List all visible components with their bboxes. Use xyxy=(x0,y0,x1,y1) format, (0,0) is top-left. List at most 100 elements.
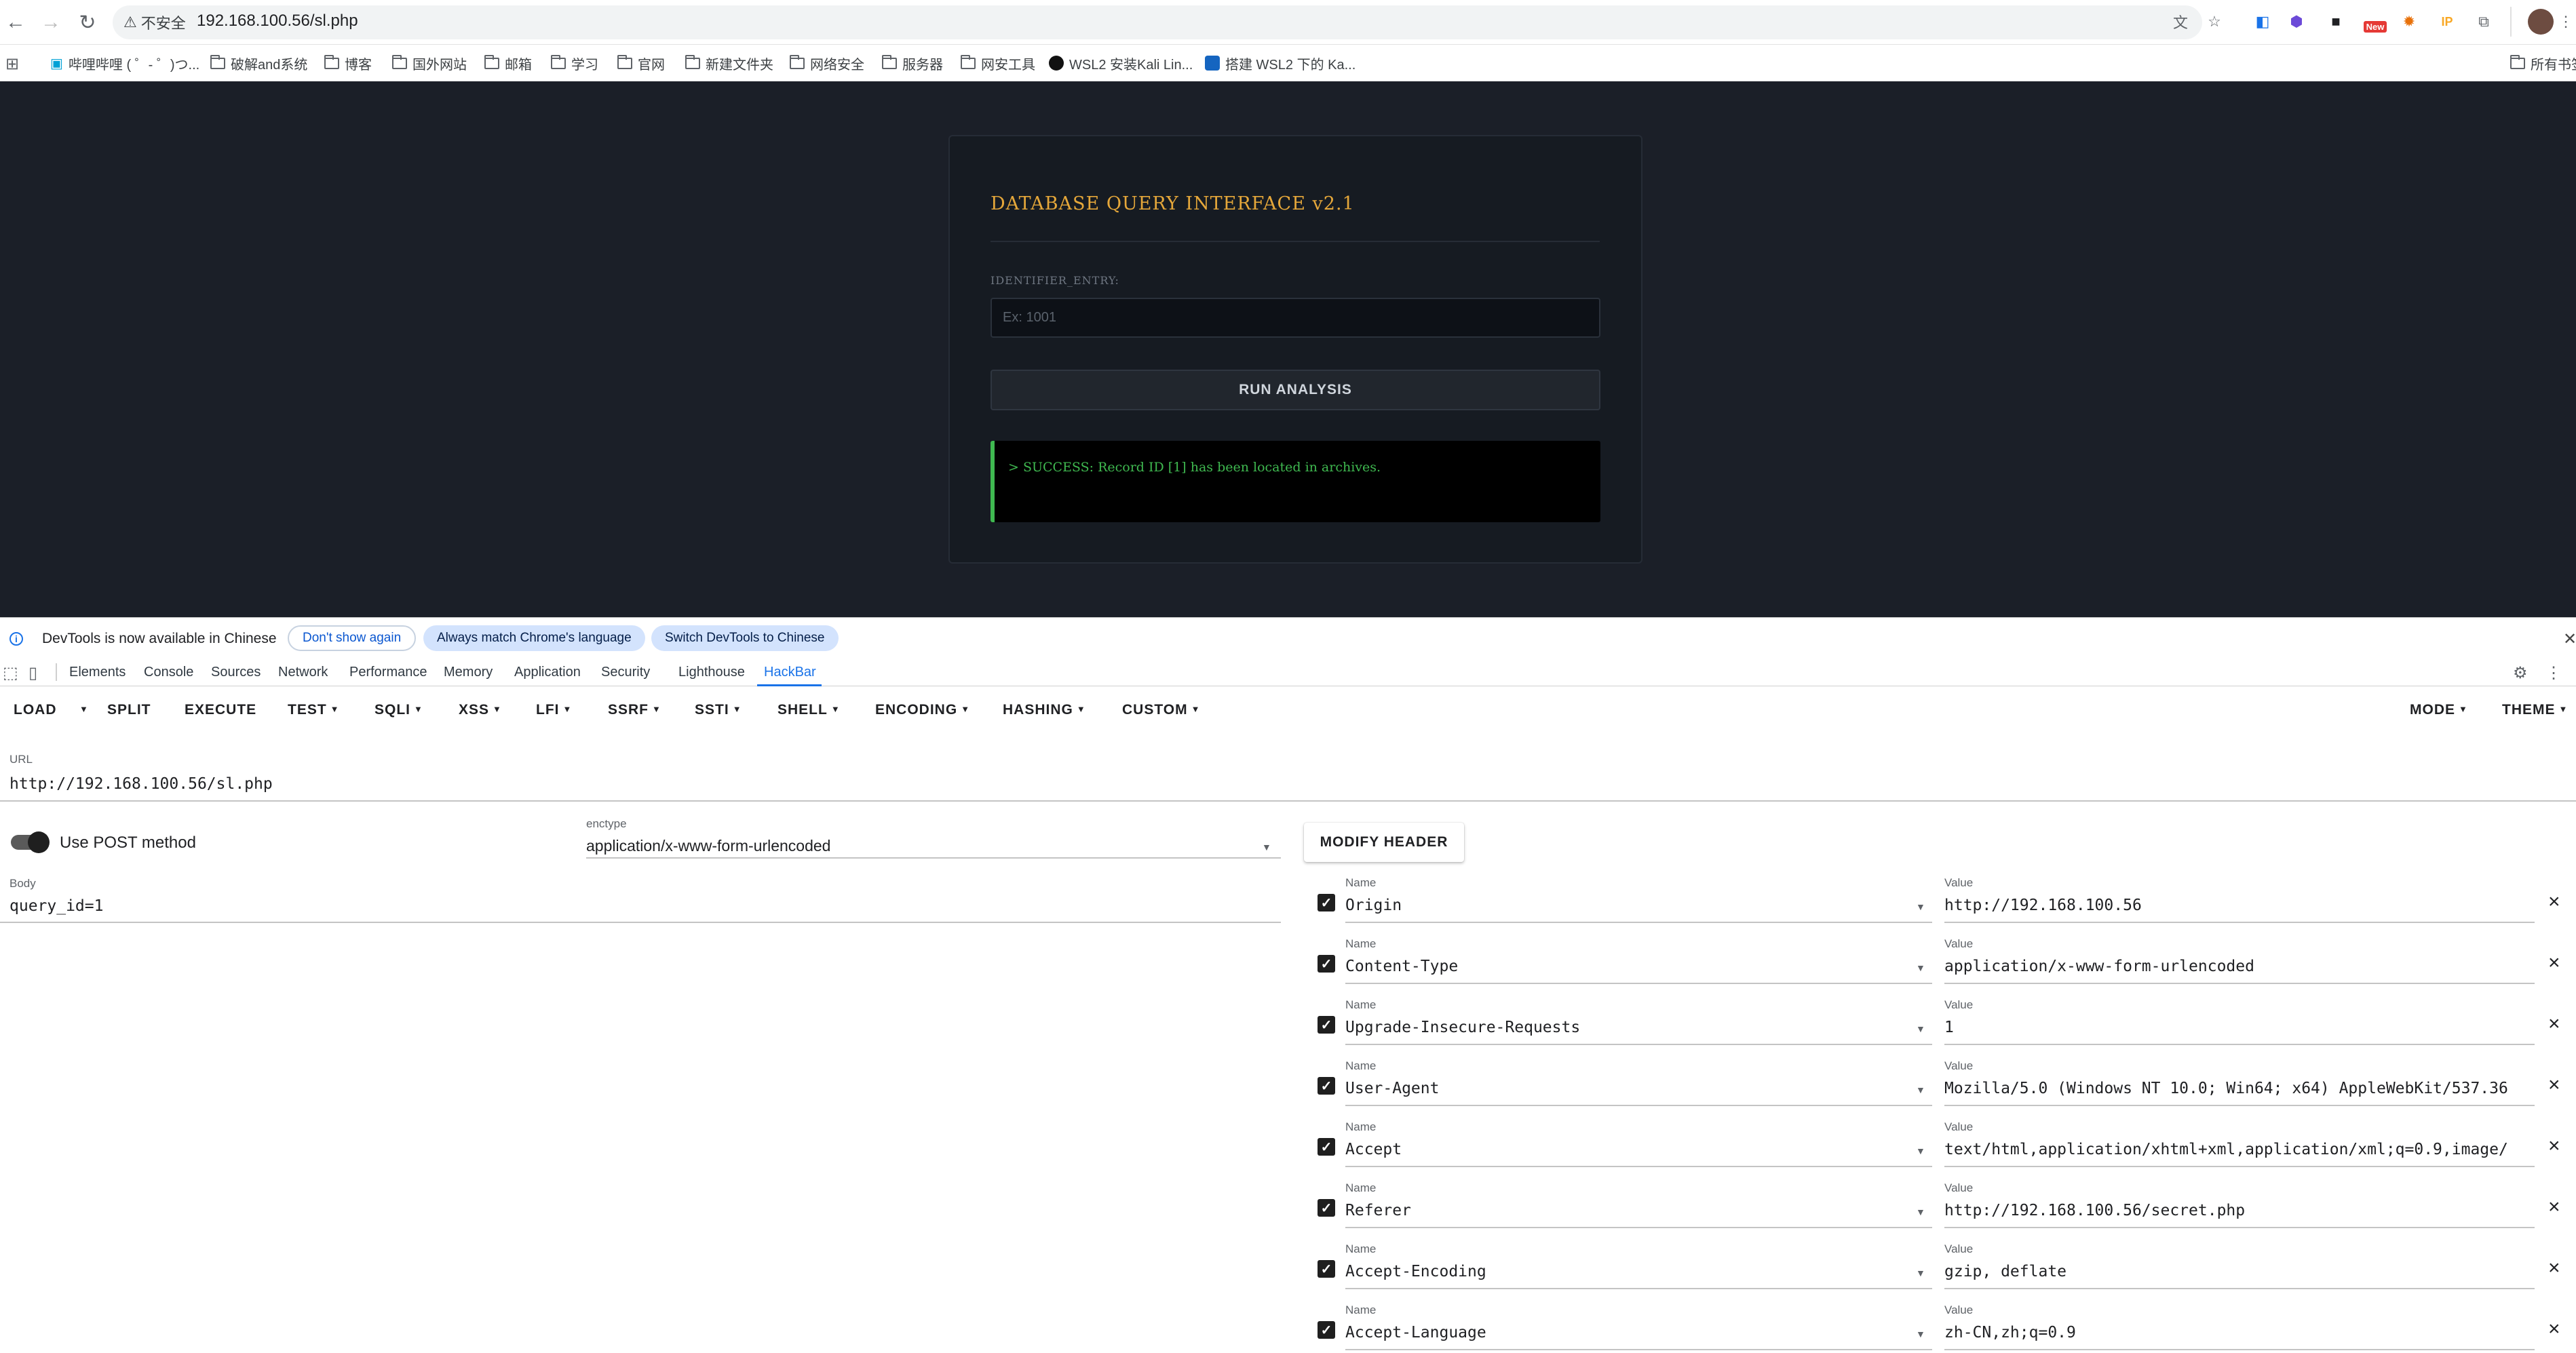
bookmark-item[interactable]: 搭建 WSL2 下的 Ka... xyxy=(1205,53,1356,73)
bookmark-folder[interactable]: 新建文件夹 xyxy=(685,53,773,73)
identifier-input[interactable] xyxy=(991,298,1600,338)
settings-gear-icon[interactable]: ⚙ xyxy=(2513,663,2528,683)
bookmark-star-icon[interactable]: ☆ xyxy=(2202,9,2227,35)
enctype-select[interactable]: application/x-www-form-urlencoded xyxy=(586,837,830,855)
remove-header-icon[interactable]: × xyxy=(2548,1135,2560,1158)
tab-performance[interactable]: Performance xyxy=(349,665,427,680)
security-indicator[interactable]: ⚠ 不安全 xyxy=(123,10,186,35)
header-value-field[interactable]: http://192.168.100.56 xyxy=(1944,897,2535,914)
test-menu[interactable]: TEST ▼ xyxy=(288,702,340,718)
split-button[interactable]: SPLIT xyxy=(107,702,151,718)
chevron-down-icon[interactable]: ▼ xyxy=(1916,1023,1925,1034)
url-field[interactable]: http://192.168.100.56/sl.php xyxy=(9,775,2567,793)
chevron-down-icon[interactable]: ▼ xyxy=(1916,1207,1925,1217)
close-icon[interactable]: ✕ xyxy=(2563,629,2576,649)
address-bar[interactable] xyxy=(113,5,2202,39)
checkbox-checked-icon[interactable]: ✓ xyxy=(1318,1077,1335,1095)
extension-ip-icon[interactable]: IP xyxy=(2434,9,2460,35)
extension-bug-icon[interactable]: ✹ xyxy=(2396,9,2422,35)
tab-elements[interactable]: Elements xyxy=(69,665,126,680)
checkbox-checked-icon[interactable]: ✓ xyxy=(1318,1016,1335,1034)
tab-lighthouse[interactable]: Lighthouse xyxy=(678,665,745,680)
modify-header-button[interactable]: MODIFY HEADER xyxy=(1304,823,1464,862)
tab-console[interactable]: Console xyxy=(144,665,193,680)
header-value-field[interactable]: Mozilla/5.0 (Windows NT 10.0; Win64; x64… xyxy=(1944,1080,2535,1097)
extension-translate-icon[interactable]: ◧ xyxy=(2250,9,2275,35)
header-value-field[interactable]: text/html,application/xhtml+xml,applicat… xyxy=(1944,1141,2535,1158)
header-name-field[interactable]: Accept-Language xyxy=(1345,1324,1902,1341)
remove-header-icon[interactable]: × xyxy=(2548,952,2560,975)
ssti-menu[interactable]: SSTI ▼ xyxy=(695,702,742,718)
always-match-language-button[interactable]: Always match Chrome's language xyxy=(423,625,645,651)
bookmark-folder[interactable]: 博客 xyxy=(324,53,372,73)
tab-network[interactable]: Network xyxy=(278,665,328,680)
mode-menu[interactable]: MODE ▼ xyxy=(2410,702,2468,718)
shell-menu[interactable]: SHELL ▼ xyxy=(777,702,841,718)
checkbox-checked-icon[interactable]: ✓ xyxy=(1318,1321,1335,1339)
bookmark-folder[interactable]: 邮箱 xyxy=(484,53,532,73)
body-textarea[interactable]: query_id=1 xyxy=(9,897,1278,915)
bookmark-folder[interactable]: 服务器 xyxy=(882,53,943,73)
inspect-element-icon[interactable]: ⬚ xyxy=(3,663,18,683)
menu-dots-icon[interactable]: ⋮ xyxy=(2556,9,2575,35)
bookmark-folder[interactable]: 网安工具 xyxy=(961,53,1035,73)
hashing-menu[interactable]: HASHING ▼ xyxy=(1003,702,1086,718)
lfi-menu[interactable]: LFI ▼ xyxy=(536,702,572,718)
header-value-field[interactable]: http://192.168.100.56/secret.php xyxy=(1944,1202,2535,1219)
tab-memory[interactable]: Memory xyxy=(444,665,493,680)
header-name-field[interactable]: Origin xyxy=(1345,897,1902,914)
extensions-puzzle-icon[interactable]: ⧉ xyxy=(2471,9,2497,35)
profile-avatar[interactable] xyxy=(2528,9,2554,35)
back-icon[interactable]: ← xyxy=(0,7,31,38)
bookmark-folder[interactable]: 国外网站 xyxy=(392,53,467,73)
theme-menu[interactable]: THEME ▼ xyxy=(2502,702,2568,718)
header-name-field[interactable]: Upgrade-Insecure-Requests xyxy=(1345,1019,1902,1036)
run-analysis-button[interactable]: RUN ANALYSIS xyxy=(991,370,1600,410)
extension-shield-icon[interactable]: ■ xyxy=(2323,9,2349,35)
remove-header-icon[interactable]: × xyxy=(2548,1318,2560,1341)
header-name-field[interactable]: User-Agent xyxy=(1345,1080,1902,1097)
header-name-field[interactable]: Accept xyxy=(1345,1141,1902,1158)
checkbox-checked-icon[interactable]: ✓ xyxy=(1318,1199,1335,1217)
chevron-down-icon[interactable]: ▼ xyxy=(1916,1268,1925,1278)
checkbox-checked-icon[interactable]: ✓ xyxy=(1318,955,1335,973)
tab-sources[interactable]: Sources xyxy=(211,665,261,680)
header-name-field[interactable]: Content-Type xyxy=(1345,958,1902,975)
xss-menu[interactable]: XSS ▼ xyxy=(459,702,502,718)
all-bookmarks-folder[interactable]: 所有书签 xyxy=(2510,53,2576,73)
load-menu-button[interactable]: LOAD xyxy=(14,702,57,718)
custom-menu[interactable]: CUSTOM ▼ xyxy=(1122,702,1201,718)
devtools-menu-icon[interactable]: ⋮ xyxy=(2545,663,2562,683)
chevron-down-icon[interactable]: ▼ xyxy=(1916,1145,1925,1156)
extension-cube-icon[interactable]: ⬢ xyxy=(2284,9,2309,35)
checkbox-checked-icon[interactable]: ✓ xyxy=(1318,1260,1335,1278)
sqli-menu[interactable]: SQLI ▼ xyxy=(374,702,423,718)
remove-header-icon[interactable]: × xyxy=(2548,1013,2560,1036)
bookmark-folder[interactable]: 官网 xyxy=(617,53,665,73)
bookmark-folder[interactable]: 网络安全 xyxy=(790,53,864,73)
chevron-down-icon[interactable]: ▼ xyxy=(1916,1329,1925,1339)
switch-to-chinese-button[interactable]: Switch DevTools to Chinese xyxy=(651,625,839,651)
toggle-knob[interactable] xyxy=(28,831,50,853)
remove-header-icon[interactable]: × xyxy=(2548,1074,2560,1097)
bookmark-item[interactable]: ▣ 哔哩哔哩 ( ゜- ゜)つ... xyxy=(50,53,199,73)
header-name-field[interactable]: Referer xyxy=(1345,1202,1902,1219)
apps-grid-icon[interactable]: ⊞ xyxy=(5,54,19,74)
header-value-field[interactable]: gzip, deflate xyxy=(1944,1263,2535,1280)
chevron-down-icon[interactable]: ▼ xyxy=(1916,962,1925,973)
header-value-field[interactable]: zh-CN,zh;q=0.9 xyxy=(1944,1324,2535,1341)
remove-header-icon[interactable]: × xyxy=(2548,1196,2560,1219)
header-value-field[interactable]: application/x-www-form-urlencoded xyxy=(1944,958,2535,975)
device-toolbar-icon[interactable]: ▯ xyxy=(28,663,37,683)
tab-security[interactable]: Security xyxy=(601,665,650,680)
header-value-field[interactable]: 1 xyxy=(1944,1019,2535,1036)
bookmark-folder[interactable]: 破解and系统 xyxy=(210,53,307,73)
load-dropdown-icon[interactable]: ▼ xyxy=(76,702,89,718)
translate-icon[interactable]: 文 xyxy=(2168,9,2193,35)
chevron-down-icon[interactable]: ▼ xyxy=(1262,842,1271,852)
encoding-menu[interactable]: ENCODING ▼ xyxy=(875,702,970,718)
url-text[interactable]: 192.168.100.56/sl.php xyxy=(197,12,358,31)
remove-header-icon[interactable]: × xyxy=(2548,1257,2560,1280)
chevron-down-icon[interactable]: ▼ xyxy=(1916,901,1925,912)
ssrf-menu[interactable]: SSRF ▼ xyxy=(608,702,661,718)
